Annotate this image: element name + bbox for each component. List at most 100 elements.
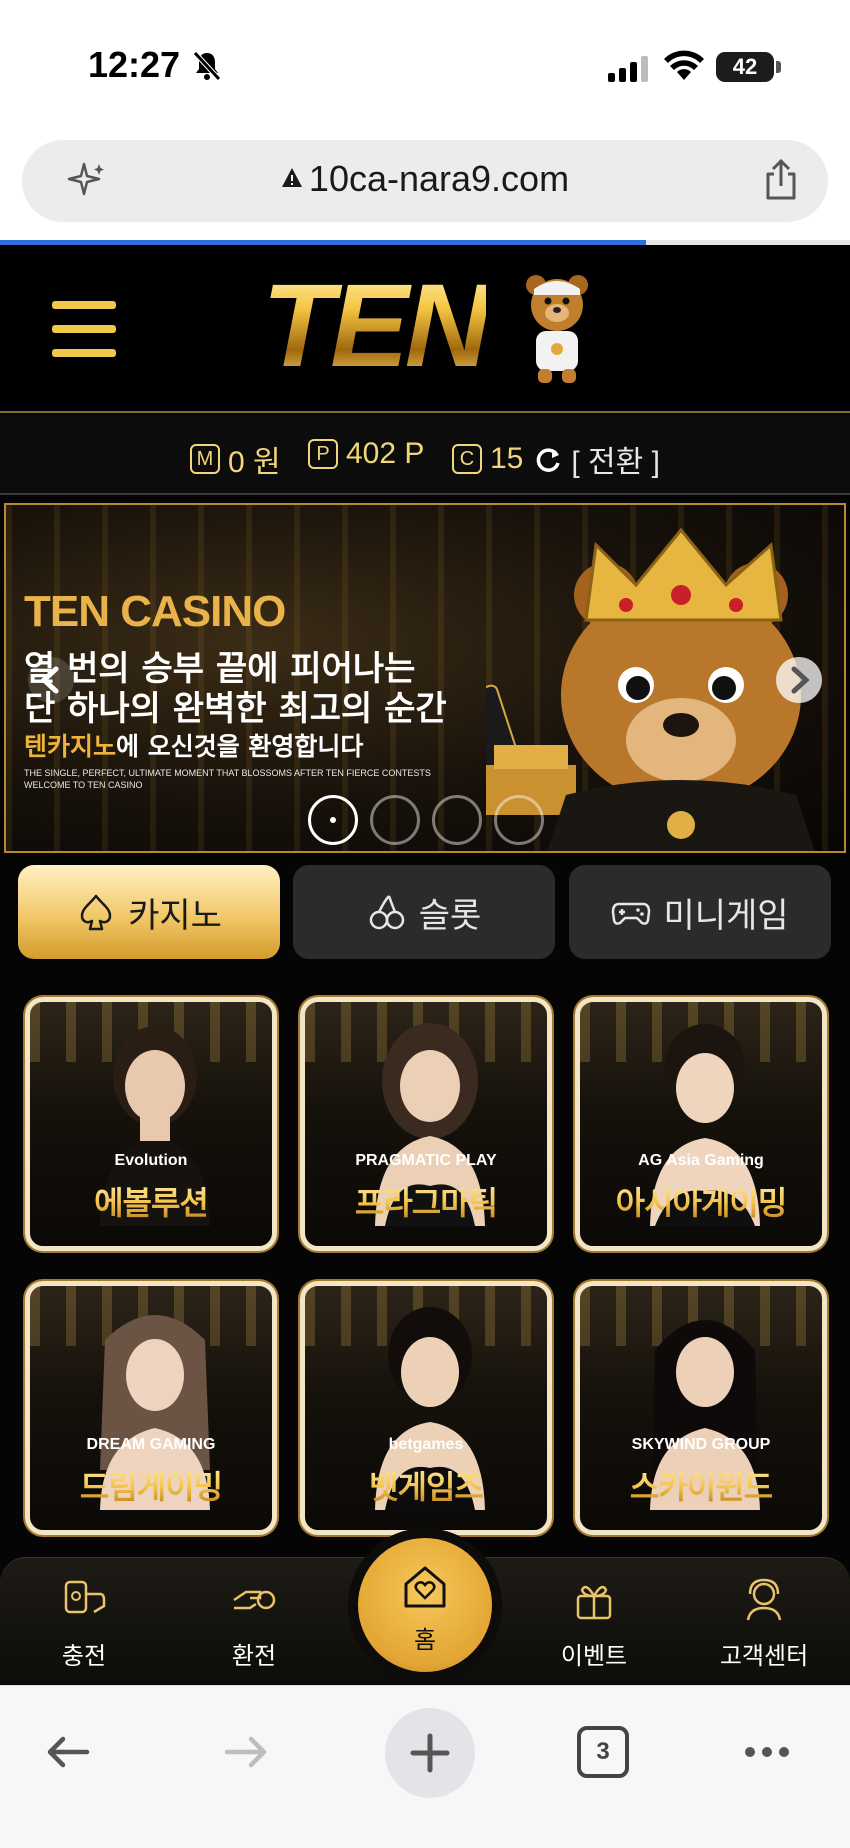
cherry-icon <box>369 895 404 930</box>
nav-home[interactable]: 홈 <box>358 1538 492 1672</box>
banner-english-caption: THE SINGLE, PERFECT, ULTIMATE MOMENT THA… <box>24 767 431 791</box>
forward-button[interactable] <box>206 1712 286 1792</box>
balance-bar: M 0 원 P 402 P C 15 [ 전환 ] <box>0 415 850 495</box>
provider-logo: SKYWIND GROUP <box>631 1436 771 1453</box>
point-value: 402 P <box>346 437 425 470</box>
coin-badge: C <box>452 444 482 474</box>
money-value: 0 원 <box>228 446 281 479</box>
provider-logo: DREAM GAMING <box>86 1436 216 1453</box>
headset-icon <box>746 1578 782 1621</box>
address-bar[interactable]: 10ca-nara9.com <box>22 140 828 222</box>
status-bar: 12:27 42 <box>0 0 850 130</box>
game-name: 에볼루션 <box>30 1178 272 1224</box>
banner-dot[interactable] <box>494 795 544 845</box>
share-icon[interactable] <box>760 158 802 202</box>
bear-mascot-icon <box>526 275 588 383</box>
banner-english-line-1: THE SINGLE, PERFECT, ULTIMATE MOMENT THA… <box>24 768 431 778</box>
banner-prev-arrow[interactable] <box>28 657 74 703</box>
game-card-pragmatic[interactable]: PRAGMATIC PLAY 프라그마틱 <box>300 997 552 1251</box>
tabs-count: 3 <box>577 1726 629 1778</box>
banner-dot[interactable] <box>308 795 358 845</box>
tab-slot[interactable]: 슬롯 <box>293 865 555 959</box>
menu-icon[interactable] <box>52 301 116 357</box>
more-dots-icon <box>745 1747 789 1757</box>
provider-logo: PRAGMATIC PLAY <box>355 1152 497 1169</box>
nav-withdraw[interactable]: 환전 <box>194 1576 314 1671</box>
provider-logo: AG Asia Gaming <box>638 1152 764 1169</box>
new-tab-button[interactable] <box>385 1708 475 1798</box>
banner-title: TEN CASINO <box>24 587 286 636</box>
url-display[interactable]: 10ca-nara9.com <box>22 158 828 200</box>
gift-icon <box>576 1585 612 1620</box>
nav-event[interactable]: 이벤트 <box>534 1576 654 1671</box>
plus-icon <box>410 1733 450 1773</box>
cellular-signal-icon <box>608 56 648 82</box>
nav-withdraw-label: 환전 <box>231 1642 277 1670</box>
point-balance: P 402 P <box>308 437 424 471</box>
back-button[interactable] <box>28 1712 108 1792</box>
nav-deposit-label: 충전 <box>61 1642 107 1670</box>
logo-wordmark: TEN <box>262 260 490 392</box>
game-name: 아시아게이밍 <box>580 1178 822 1224</box>
game-name: 스카이윈드 <box>580 1462 822 1508</box>
coin-value: 15 <box>490 442 524 475</box>
provider-logo: Evolution <box>114 1152 188 1169</box>
nav-support-label: 고객센터 <box>719 1642 809 1670</box>
banner-pagination <box>308 795 568 847</box>
site-header: TEN <box>0 245 850 413</box>
warning-icon <box>281 168 302 188</box>
point-badge: P <box>308 439 338 469</box>
battery-indicator: 42 <box>716 52 774 82</box>
site-content: TEN M 0 원 P 402 P C 15 [전환] TEN CASINO… <box>0 245 850 1685</box>
battery-tip <box>776 61 781 73</box>
promo-banner[interactable]: TEN CASINO 열 번의 승부 끝에 피어나는 단 하나의 완벽한 최고의… <box>4 503 846 853</box>
nav-deposit[interactable]: 충전 <box>24 1576 144 1671</box>
provider-logo: betgames <box>388 1436 464 1453</box>
bell-off-icon <box>193 51 221 81</box>
nav-home-label: 홈 <box>413 1626 437 1654</box>
tab-casino-label: 카지노 <box>128 895 222 936</box>
more-button[interactable] <box>727 1712 807 1792</box>
deposit-icon <box>64 1580 106 1614</box>
wifi-icon <box>664 50 704 80</box>
game-card-betgames[interactable]: betgames 벳게임즈 <box>300 1281 552 1535</box>
tab-slot-label: 슬롯 <box>418 895 482 936</box>
bottom-navigation: 충전 환전 홈 이벤트 고객센터 <box>0 1538 850 1685</box>
money-balance: M 0 원 <box>190 437 281 481</box>
game-card-asiagaming[interactable]: AG Asia Gaming 아시아게이밍 <box>575 997 827 1251</box>
gamepad-icon <box>612 902 651 925</box>
game-name: 벳게임즈 <box>305 1462 547 1508</box>
withdraw-icon <box>233 1590 276 1610</box>
banner-next-arrow[interactable] <box>776 657 822 703</box>
game-card-skywind[interactable]: SKYWIND GROUP 스카이윈드 <box>575 1281 827 1535</box>
banner-welcome: 텐카지노에 오신것을 환영합니다 <box>24 727 363 763</box>
banner-dot[interactable] <box>432 795 482 845</box>
convert-button[interactable]: [ 전환 ] <box>571 437 660 481</box>
tab-casino[interactable]: 카지노 <box>18 865 280 959</box>
nav-event-label: 이벤트 <box>560 1642 628 1670</box>
game-card-evolution[interactable]: Evolution 에볼루션 <box>25 997 277 1251</box>
refresh-icon[interactable] <box>535 445 563 473</box>
tabs-button[interactable]: 3 <box>563 1712 643 1792</box>
status-time: 12:27 <box>88 44 181 85</box>
banner-english-line-2: WELCOME TO TEN CASINO <box>24 780 143 790</box>
game-card-dreamgaming[interactable]: DREAM GAMING 드림게이밍 <box>25 1281 277 1535</box>
nav-support[interactable]: 고객센터 <box>704 1576 824 1671</box>
tab-minigame[interactable]: 미니게임 <box>569 865 831 959</box>
banner-welcome-text: 에 오신것을 환영합니다 <box>116 732 364 761</box>
game-name: 드림게이밍 <box>30 1462 272 1508</box>
arrow-right-icon <box>224 1736 267 1768</box>
banner-headline-2: 단 하나의 완벽한 최고의 순간 <box>24 689 447 729</box>
tab-minigame-label: 미니게임 <box>663 895 789 936</box>
game-name: 프라그마틱 <box>305 1178 547 1224</box>
home-heart-icon <box>404 1566 446 1608</box>
banner-dot[interactable] <box>370 795 420 845</box>
url-text: 10ca-nara9.com <box>308 158 570 199</box>
site-logo[interactable]: TEN <box>262 267 592 391</box>
banner-brand-highlight: 텐카지노 <box>24 732 117 761</box>
money-badge: M <box>190 444 220 474</box>
spade-icon <box>80 894 112 931</box>
coin-balance: C 15 [ 전환 ] <box>452 437 660 481</box>
arrow-left-icon <box>47 1736 90 1768</box>
browser-toolbar: 3 <box>0 1685 850 1848</box>
